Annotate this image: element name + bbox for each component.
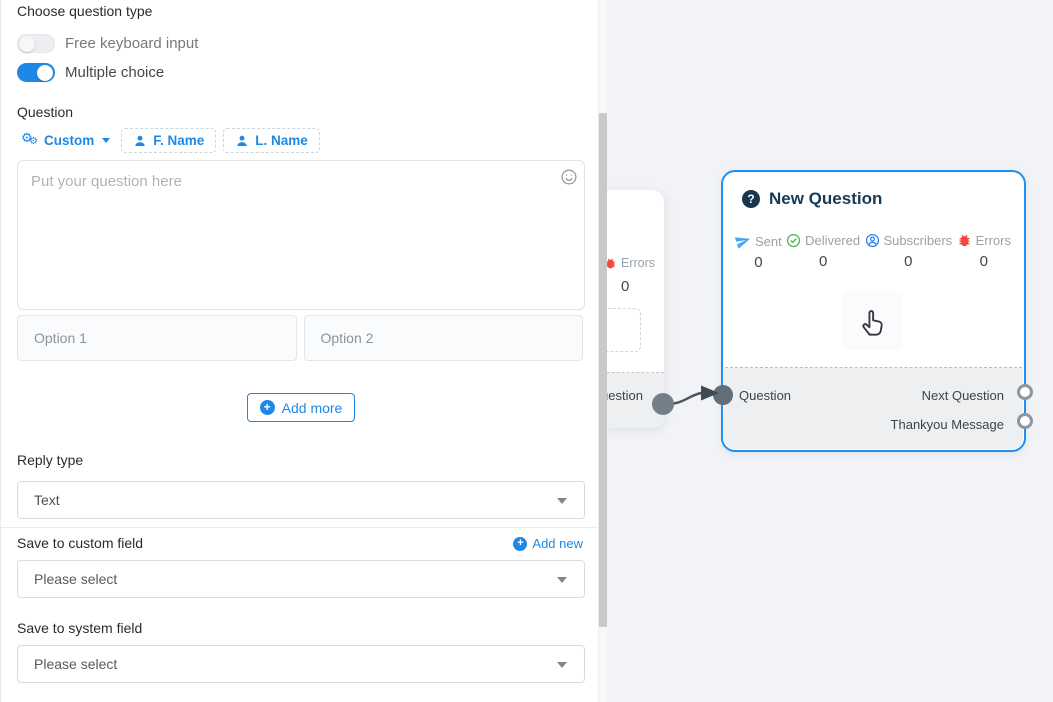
toggle-row-free-keyboard: Free keyboard input <box>17 34 198 53</box>
choose-question-type-label: Choose question type <box>17 3 152 19</box>
output-port-thankyou-message[interactable] <box>1017 413 1033 429</box>
chevron-down-icon <box>557 577 567 583</box>
output-port-next-question[interactable] <box>1017 384 1033 400</box>
input-port-question[interactable] <box>713 385 733 405</box>
options-row <box>17 315 583 361</box>
output-port-label-next-question: Next Question <box>922 388 1004 403</box>
add-more-button[interactable]: Add more <box>247 393 356 422</box>
input-port-label: Question <box>739 388 791 403</box>
subscribers-icon <box>865 233 880 248</box>
system-field-value: Please select <box>34 656 117 672</box>
output-port-label-thankyou-message: Thankyou Message <box>891 417 1004 432</box>
stat-errors-label: Errors <box>976 233 1011 248</box>
cursor-highlight <box>843 291 903 350</box>
section-divider <box>1 527 598 528</box>
plus-circle-icon <box>513 537 527 551</box>
question-mark-icon: ? <box>742 190 760 208</box>
first-name-tag-button[interactable]: F. Name <box>121 128 216 153</box>
hidden-node-errors-stat: Errors <box>607 256 655 270</box>
send-icon <box>733 231 753 251</box>
option-1-input[interactable] <box>17 315 297 361</box>
stat-sent: Sent 0 <box>735 233 782 271</box>
stat-subscribers-label: Subscribers <box>884 233 953 248</box>
reply-type-select[interactable]: Text <box>17 481 585 519</box>
question-config-panel: Choose question type Free keyboard input… <box>0 0 599 702</box>
stat-errors-value: 0 <box>980 253 988 270</box>
emoji-picker-icon[interactable] <box>560 168 578 186</box>
save-system-field-label: Save to system field <box>17 620 142 636</box>
hidden-node-option-placeholder <box>607 308 641 352</box>
custom-fields-dropdown-button[interactable]: ⚙⚙ Custom <box>17 129 114 153</box>
node-footer <box>724 368 1023 449</box>
stat-delivered: Delivered 0 <box>786 233 860 271</box>
first-name-tag-label: F. Name <box>153 133 204 148</box>
system-field-select[interactable]: Please select <box>17 645 585 683</box>
question-section-label: Question <box>17 104 73 120</box>
stat-delivered-value: 0 <box>819 253 827 270</box>
last-name-tag-button[interactable]: L. Name <box>223 128 320 153</box>
multiple-choice-toggle-label: Multiple choice <box>65 64 164 81</box>
chevron-down-icon <box>557 662 567 668</box>
question-text-input[interactable] <box>17 160 585 310</box>
hand-cursor-icon <box>854 302 892 340</box>
node-header[interactable]: ? New Question <box>723 172 1024 209</box>
last-name-tag-label: L. Name <box>255 133 308 148</box>
bug-icon <box>957 233 972 248</box>
toggle-row-multiple-choice: Multiple choice <box>17 63 164 82</box>
panel-scrollbar-thumb[interactable] <box>599 113 607 627</box>
node-stats: Sent 0 Delivered 0 Subscribers 0 <box>723 233 1024 271</box>
custom-button-label: Custom <box>44 133 94 148</box>
free-keyboard-toggle[interactable] <box>17 34 55 53</box>
option-2-input[interactable] <box>304 315 584 361</box>
add-more-wrap: Add more <box>17 393 585 422</box>
check-circle-icon <box>786 233 801 248</box>
add-more-label: Add more <box>282 400 343 416</box>
plus-circle-icon <box>260 400 275 415</box>
multiple-choice-toggle[interactable] <box>17 63 55 82</box>
stat-sent-label: Sent <box>755 234 782 249</box>
reply-type-label: Reply type <box>17 452 83 468</box>
hidden-node-errors-value: 0 <box>621 278 629 295</box>
stat-subscribers: Subscribers 0 <box>865 233 953 271</box>
stat-sent-value: 0 <box>754 254 762 271</box>
bug-icon <box>607 257 617 270</box>
free-keyboard-toggle-label: Free keyboard input <box>65 35 198 52</box>
custom-field-select[interactable]: Please select <box>17 560 585 598</box>
stat-errors: Errors 0 <box>957 233 1011 271</box>
stat-delivered-label: Delivered <box>805 233 860 248</box>
panel-scrollbar-track[interactable] <box>599 0 607 702</box>
hidden-node-port-label: uestion <box>607 388 643 403</box>
hidden-flow-node[interactable]: Errors 0 uestion <box>607 190 664 428</box>
person-icon <box>235 134 249 148</box>
add-new-label: Add new <box>532 536 583 551</box>
reply-type-value: Text <box>34 492 60 508</box>
hidden-node-footer: uestion <box>607 373 664 428</box>
gears-icon: ⚙⚙ <box>21 133 38 149</box>
custom-field-value: Please select <box>34 571 117 587</box>
node-title: New Question <box>769 189 882 209</box>
save-custom-field-label: Save to custom field <box>17 535 143 551</box>
person-icon <box>133 134 147 148</box>
merge-tag-row: ⚙⚙ Custom F. Name L. Name <box>17 128 320 153</box>
chevron-down-icon <box>102 138 110 143</box>
stat-subscribers-value: 0 <box>904 253 912 270</box>
hidden-node-errors-label: Errors <box>621 256 655 270</box>
chevron-down-icon <box>557 498 567 504</box>
add-new-custom-field-link[interactable]: Add new <box>513 536 583 551</box>
